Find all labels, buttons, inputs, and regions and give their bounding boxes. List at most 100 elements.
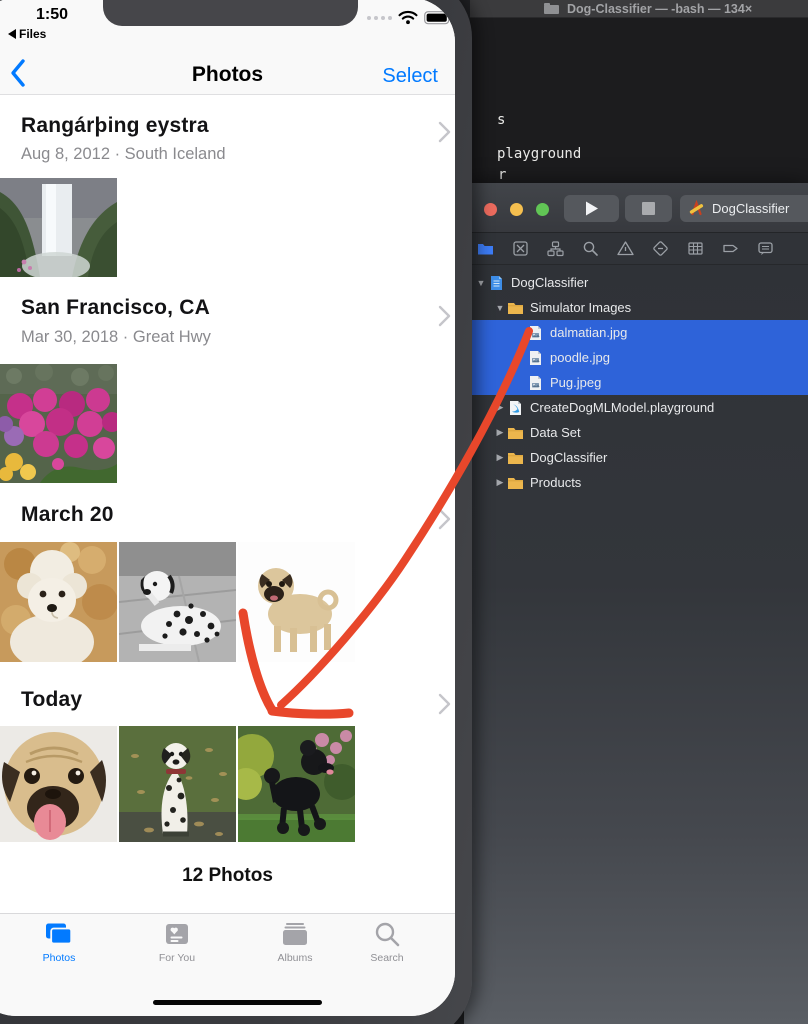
wifi-icon bbox=[398, 10, 418, 25]
tree-row-project-dogclassifier[interactable]: ▼ DogClassifier bbox=[464, 270, 808, 295]
tree-row-label: Data Set bbox=[530, 425, 581, 440]
chevron-right-icon bbox=[438, 693, 451, 715]
tree-row-label: Products bbox=[530, 475, 581, 490]
tree-row-playground[interactable]: ▶ CreateDogMLModel.playground bbox=[464, 395, 808, 420]
battery-icon bbox=[424, 11, 453, 25]
chevron-right-icon bbox=[438, 508, 451, 530]
tree-row-label: CreateDogMLModel.playground bbox=[530, 400, 714, 415]
screenshot-root: Dog-Classifier — -bash — 134× s playgrou… bbox=[0, 0, 808, 1024]
tree-row-dogclassifier-folder[interactable]: ▶ DogClassifier bbox=[464, 445, 808, 470]
photo-dalmatian-lying[interactable] bbox=[119, 542, 236, 662]
photo-pug-standing[interactable] bbox=[238, 542, 355, 662]
test-navigator-icon[interactable] bbox=[652, 240, 669, 257]
photo-pug-face[interactable] bbox=[0, 726, 117, 842]
back-triangle-icon bbox=[8, 29, 16, 39]
home-indicator[interactable] bbox=[153, 1000, 322, 1005]
xcode-app-icon bbox=[688, 200, 705, 217]
for-you-tab-icon bbox=[162, 921, 192, 948]
moment-title[interactable]: Rangárþing eystra bbox=[21, 114, 209, 138]
find-navigator-icon[interactable] bbox=[582, 240, 599, 257]
terminal-text-fragment: r bbox=[498, 167, 506, 183]
tree-row-pug-jpeg[interactable]: Pug.jpeg bbox=[464, 370, 808, 395]
status-time: 1:50 bbox=[36, 6, 68, 24]
terminal-titlebar[interactable]: Dog-Classifier — -bash — 134× bbox=[470, 0, 808, 18]
tab-label: Photos bbox=[43, 952, 76, 964]
report-navigator-icon[interactable] bbox=[757, 240, 774, 257]
xcode-toolbar: DogClassifier ❭ bbox=[464, 183, 808, 233]
photo-waterfall[interactable] bbox=[0, 178, 117, 277]
photo-pink-flowers[interactable] bbox=[0, 364, 117, 483]
project-navigator-icon[interactable] bbox=[477, 240, 494, 257]
photo-dalmatian-sitting[interactable] bbox=[119, 726, 236, 842]
select-button[interactable]: Select bbox=[382, 65, 438, 88]
symbol-navigator-icon[interactable] bbox=[547, 240, 564, 257]
tree-row-label: dalmatian.jpg bbox=[550, 325, 627, 340]
tree-row-products[interactable]: ▶ Products bbox=[464, 470, 808, 495]
run-button[interactable] bbox=[564, 195, 619, 222]
xcode-window: DogClassifier ❭ bbox=[464, 183, 808, 1024]
chevron-right-icon bbox=[438, 121, 451, 143]
image-file-icon bbox=[527, 325, 544, 341]
disclosure-closed-icon[interactable]: ▶ bbox=[493, 402, 507, 413]
moment-title[interactable]: March 20 bbox=[21, 503, 114, 527]
tab-for-you[interactable]: For You bbox=[132, 921, 222, 964]
disclosure-closed-icon[interactable]: ▶ bbox=[493, 452, 507, 463]
iphone-notch bbox=[103, 0, 358, 26]
tree-row-label: DogClassifier bbox=[530, 450, 607, 465]
debug-navigator-icon[interactable] bbox=[687, 240, 704, 257]
project-navigator-outline: ▼ DogClassifier ▼ Simulator Images bbox=[464, 270, 808, 495]
search-tab-icon bbox=[373, 921, 401, 948]
terminal-text-fragment: s bbox=[497, 112, 505, 128]
cellular-signal-icon bbox=[367, 16, 392, 20]
tree-row-label: Simulator Images bbox=[530, 300, 631, 315]
disclosure-closed-icon[interactable]: ▶ bbox=[493, 427, 507, 438]
source-control-icon[interactable] bbox=[512, 240, 529, 257]
tree-row-dalmatian-jpg[interactable]: dalmatian.jpg bbox=[464, 320, 808, 345]
play-icon bbox=[585, 201, 599, 216]
photo-white-poodle[interactable] bbox=[0, 542, 117, 662]
photos-tab-icon bbox=[43, 921, 75, 948]
image-file-icon bbox=[527, 375, 544, 391]
terminal-window: Dog-Classifier — -bash — 134× s playgrou… bbox=[470, 0, 808, 210]
issue-navigator-icon[interactable] bbox=[617, 240, 634, 257]
disclosure-open-icon[interactable]: ▼ bbox=[493, 303, 507, 313]
back-to-app-breadcrumb[interactable]: Files bbox=[8, 27, 46, 41]
tree-row-simulator-images[interactable]: ▼ Simulator Images bbox=[464, 295, 808, 320]
breakpoint-navigator-icon[interactable] bbox=[722, 240, 739, 257]
moment-title[interactable]: Today bbox=[21, 688, 82, 712]
folder-icon bbox=[507, 475, 524, 491]
photo-count-label: 12 Photos bbox=[0, 865, 455, 887]
close-window-button[interactable] bbox=[484, 203, 497, 216]
tab-label: Search bbox=[370, 952, 403, 964]
tab-label: Albums bbox=[277, 952, 312, 964]
tab-photos[interactable]: Photos bbox=[14, 921, 104, 964]
image-file-icon bbox=[527, 350, 544, 366]
tab-label: For You bbox=[159, 952, 195, 964]
playground-file-icon bbox=[507, 400, 524, 416]
moment-title[interactable]: San Francisco, CA bbox=[21, 296, 210, 320]
back-to-app-label: Files bbox=[19, 27, 46, 41]
disclosure-closed-icon[interactable]: ▶ bbox=[493, 477, 507, 488]
project-file-icon bbox=[488, 275, 505, 291]
tab-search[interactable]: Search bbox=[342, 921, 432, 964]
scheme-name: DogClassifier bbox=[712, 201, 789, 216]
tree-row-label: DogClassifier bbox=[511, 275, 588, 290]
photo-black-poodle[interactable] bbox=[238, 726, 355, 842]
scheme-selector[interactable]: DogClassifier ❭ bbox=[680, 195, 808, 222]
tree-row-poodle-jpg[interactable]: poodle.jpg bbox=[464, 345, 808, 370]
terminal-text-fragment: playground bbox=[497, 146, 581, 162]
moment-subtitle: Aug 8, 2012 · South Iceland bbox=[21, 145, 226, 164]
tab-albums[interactable]: Albums bbox=[250, 921, 340, 964]
zoom-window-button[interactable] bbox=[536, 203, 549, 216]
xcode-navigator-body: ▼ DogClassifier ▼ Simulator Images bbox=[464, 265, 808, 1024]
disclosure-open-icon[interactable]: ▼ bbox=[474, 278, 488, 288]
tree-row-data-set[interactable]: ▶ Data Set bbox=[464, 420, 808, 445]
stop-icon bbox=[642, 202, 655, 215]
terminal-title: Dog-Classifier — -bash — 134× bbox=[567, 2, 752, 16]
stop-button[interactable] bbox=[625, 195, 672, 222]
tree-row-label: poodle.jpg bbox=[550, 350, 610, 365]
minimize-window-button[interactable] bbox=[510, 203, 523, 216]
iphone-screen: 1:50 Files bbox=[0, 0, 455, 1016]
folder-icon bbox=[507, 450, 524, 466]
folder-icon bbox=[507, 300, 524, 316]
